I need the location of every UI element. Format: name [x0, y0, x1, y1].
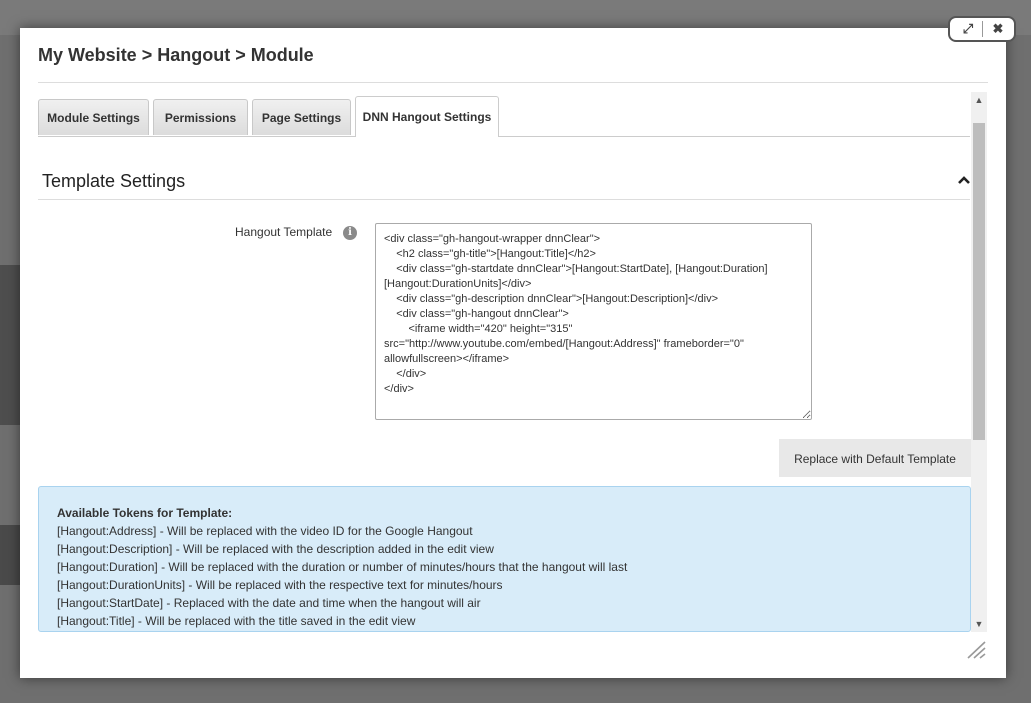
tab-page-settings[interactable]: Page Settings [252, 99, 351, 135]
controls-separator [982, 21, 983, 37]
dialog-title: My Website > Hangout > Module [38, 45, 314, 65]
section-title: Template Settings [42, 171, 186, 191]
hangout-template-textarea[interactable]: <div class="gh-hangout-wrapper dnnClear"… [375, 223, 812, 420]
tab-dnn-hangout-settings[interactable]: DNN Hangout Settings [355, 96, 499, 137]
hangout-template-label: Hangout Template [235, 225, 333, 239]
token-item: [Hangout:StartDate] - Replaced with the … [57, 596, 481, 610]
token-item: [Hangout:Title] - Will be replaced with … [57, 614, 416, 628]
replace-default-template-button[interactable]: Replace with Default Template [779, 439, 971, 477]
background-footer-strip [0, 525, 20, 585]
tab-permissions[interactable]: Permissions [153, 99, 248, 135]
maximize-icon[interactable]: ⤢ [954, 20, 982, 38]
template-settings-header[interactable]: Template Settings [38, 163, 970, 200]
close-icon[interactable]: ✖ [984, 20, 1012, 38]
dialog-window-controls: ⤢ ✖ [948, 16, 1016, 42]
token-item: [Hangout:Duration] - Will be replaced wi… [57, 560, 628, 574]
scroll-up-arrow-icon[interactable]: ▲ [971, 92, 987, 108]
scroll-down-arrow-icon[interactable]: ▼ [971, 616, 987, 632]
title-divider [38, 82, 988, 83]
settings-tabs: Module Settings Permissions Page Setting… [38, 96, 970, 137]
available-tokens-panel: Available Tokens for Template: [Hangout:… [38, 486, 971, 632]
module-settings-dialog: My Website > Hangout > Module Module Set… [20, 28, 1006, 678]
scroll-thumb[interactable] [973, 123, 985, 440]
content-scrollbar[interactable]: ▲ ▼ [971, 92, 987, 632]
background-image-strip [0, 265, 20, 425]
token-item: [Hangout:DurationUnits] - Will be replac… [57, 578, 503, 592]
tokens-title: Available Tokens for Template: [57, 506, 233, 520]
info-icon[interactable]: i [343, 226, 357, 240]
chevron-up-icon[interactable] [958, 175, 970, 185]
token-item: [Hangout:Description] - Will be replaced… [57, 542, 494, 556]
resize-grip-icon[interactable] [965, 640, 987, 660]
tab-module-settings[interactable]: Module Settings [38, 99, 149, 135]
token-item: [Hangout:Address] - Will be replaced wit… [57, 524, 473, 538]
